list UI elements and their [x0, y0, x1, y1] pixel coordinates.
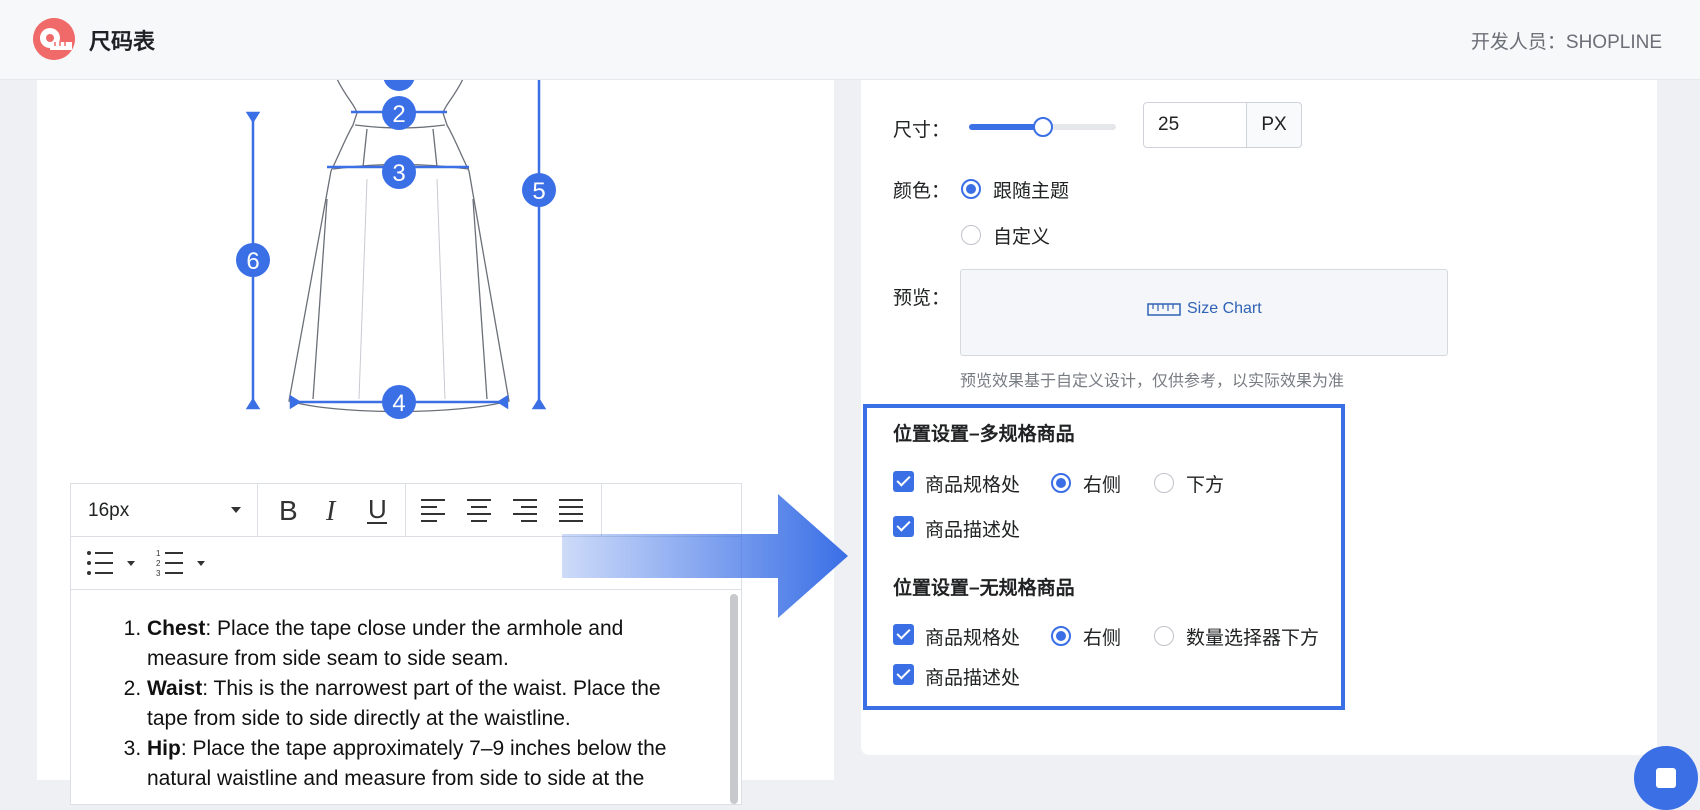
italic-icon: I: [325, 496, 337, 527]
single-below-radio[interactable]: [1154, 626, 1174, 646]
arrow-right-icon: [562, 494, 848, 618]
color-follow-theme-radio[interactable]: [961, 179, 981, 199]
multi-right-label: 右侧: [1083, 475, 1122, 496]
slider-fill: [969, 124, 1043, 130]
align-center-button[interactable]: [463, 494, 495, 526]
slider-handle[interactable]: [1032, 117, 1053, 137]
single-spec-checkbox[interactable]: [893, 624, 914, 645]
svg-text:3: 3: [156, 569, 161, 578]
font-size-select[interactable]: 16px: [71, 484, 258, 536]
single-right-radio[interactable]: [1051, 626, 1071, 646]
top-bar: 尺码表 开发人员：SHOPLINE: [0, 0, 1700, 80]
italic-button[interactable]: I: [317, 494, 349, 527]
underline-icon: U: [367, 494, 387, 524]
align-left-icon: [421, 499, 445, 522]
position-single-title: 位置设置–无规格商品: [893, 578, 1075, 599]
preview-hint: 预览效果基于自定义设计，仅供参考，以实际效果为准: [960, 373, 1345, 390]
bullet-list-icon: [87, 551, 135, 575]
svg-text:1: 1: [156, 549, 161, 558]
single-desc-label: 商品描述处: [925, 668, 1021, 689]
position-multi-title: 位置设置–多规格商品: [893, 424, 1075, 445]
dress-measurement-illustration: 2 3 4 5 6: [236, 79, 556, 419]
single-below-label: 数量选择器下方: [1186, 628, 1320, 649]
size-unit: PX: [1246, 102, 1302, 148]
marker-5: 5: [532, 178, 545, 205]
editor-content[interactable]: Chest: Place the tape close under the ar…: [71, 590, 727, 804]
single-spec-label: 商品规格处: [925, 628, 1021, 649]
svg-text:U: U: [368, 494, 387, 524]
numbered-list-button[interactable]: 123: [155, 547, 211, 579]
list-item: Waist: This is the narrowest part of the…: [147, 674, 697, 734]
bold-button[interactable]: B: [271, 494, 303, 526]
svg-text:I: I: [325, 496, 337, 526]
size-chart-text: Size Chart: [1187, 300, 1262, 317]
app-title: 尺码表: [89, 29, 156, 54]
size-input[interactable]: 25: [1143, 102, 1247, 148]
multi-spec-label: 商品规格处: [925, 475, 1021, 496]
align-right-icon: [513, 499, 537, 522]
chevron-down-icon: [231, 507, 241, 513]
single-desc-checkbox[interactable]: [893, 664, 914, 685]
size-slider[interactable]: [969, 117, 1116, 137]
bold-icon: B: [279, 495, 298, 526]
color-custom-label: 自定义: [993, 227, 1051, 248]
format-group: B I U: [257, 484, 406, 536]
marker-4: 4: [392, 390, 405, 417]
left-panel: 2 3 4 5 6 16px B I U 1 2 3 1. Chest: Pla…: [37, 79, 834, 805]
underline-button[interactable]: U: [361, 494, 393, 526]
svg-text:B: B: [279, 495, 298, 526]
multi-desc-label: 商品描述处: [925, 520, 1021, 541]
align-center-icon: [467, 499, 491, 522]
ruler-icon: [1147, 303, 1181, 316]
chat-support-icon[interactable]: [1634, 746, 1698, 810]
size-label: 尺寸：: [893, 120, 951, 141]
color-follow-theme-label: 跟随主题: [993, 181, 1070, 202]
multi-spec-checkbox[interactable]: [893, 471, 914, 492]
svg-text:2: 2: [156, 559, 161, 568]
developer-label: 开发人员：SHOPLINE: [1470, 32, 1662, 53]
single-right-label: 右侧: [1083, 628, 1122, 649]
numbered-list-icon: 123: [156, 549, 205, 578]
marker-6: 6: [246, 248, 259, 275]
list-item: Hip: Place the tape approximately 7–9 in…: [147, 734, 697, 794]
multi-desc-checkbox[interactable]: [893, 516, 914, 537]
font-size-value: 16px: [88, 500, 130, 521]
color-label: 颜色：: [893, 181, 951, 202]
settings-panel: 尺寸： 25 PX 颜色： 跟随主题 自定义 预览： Size Chart 预览…: [861, 79, 1657, 755]
ruler-logo-icon: [33, 18, 75, 60]
marker-3: 3: [392, 160, 405, 187]
marker-2: 2: [392, 101, 405, 128]
multi-below-label: 下方: [1186, 475, 1225, 496]
list-item: Chest: Place the tape close under the ar…: [147, 614, 697, 674]
multi-right-radio[interactable]: [1051, 473, 1071, 493]
color-custom-radio[interactable]: [961, 225, 981, 245]
multi-below-radio[interactable]: [1154, 473, 1174, 493]
align-right-button[interactable]: [509, 494, 541, 526]
preview-box: Size Chart: [960, 269, 1448, 356]
bullet-list-button[interactable]: [85, 547, 137, 579]
editor-scrollbar[interactable]: [730, 594, 738, 804]
align-left-button[interactable]: [417, 494, 449, 526]
preview-label: 预览：: [893, 288, 951, 309]
